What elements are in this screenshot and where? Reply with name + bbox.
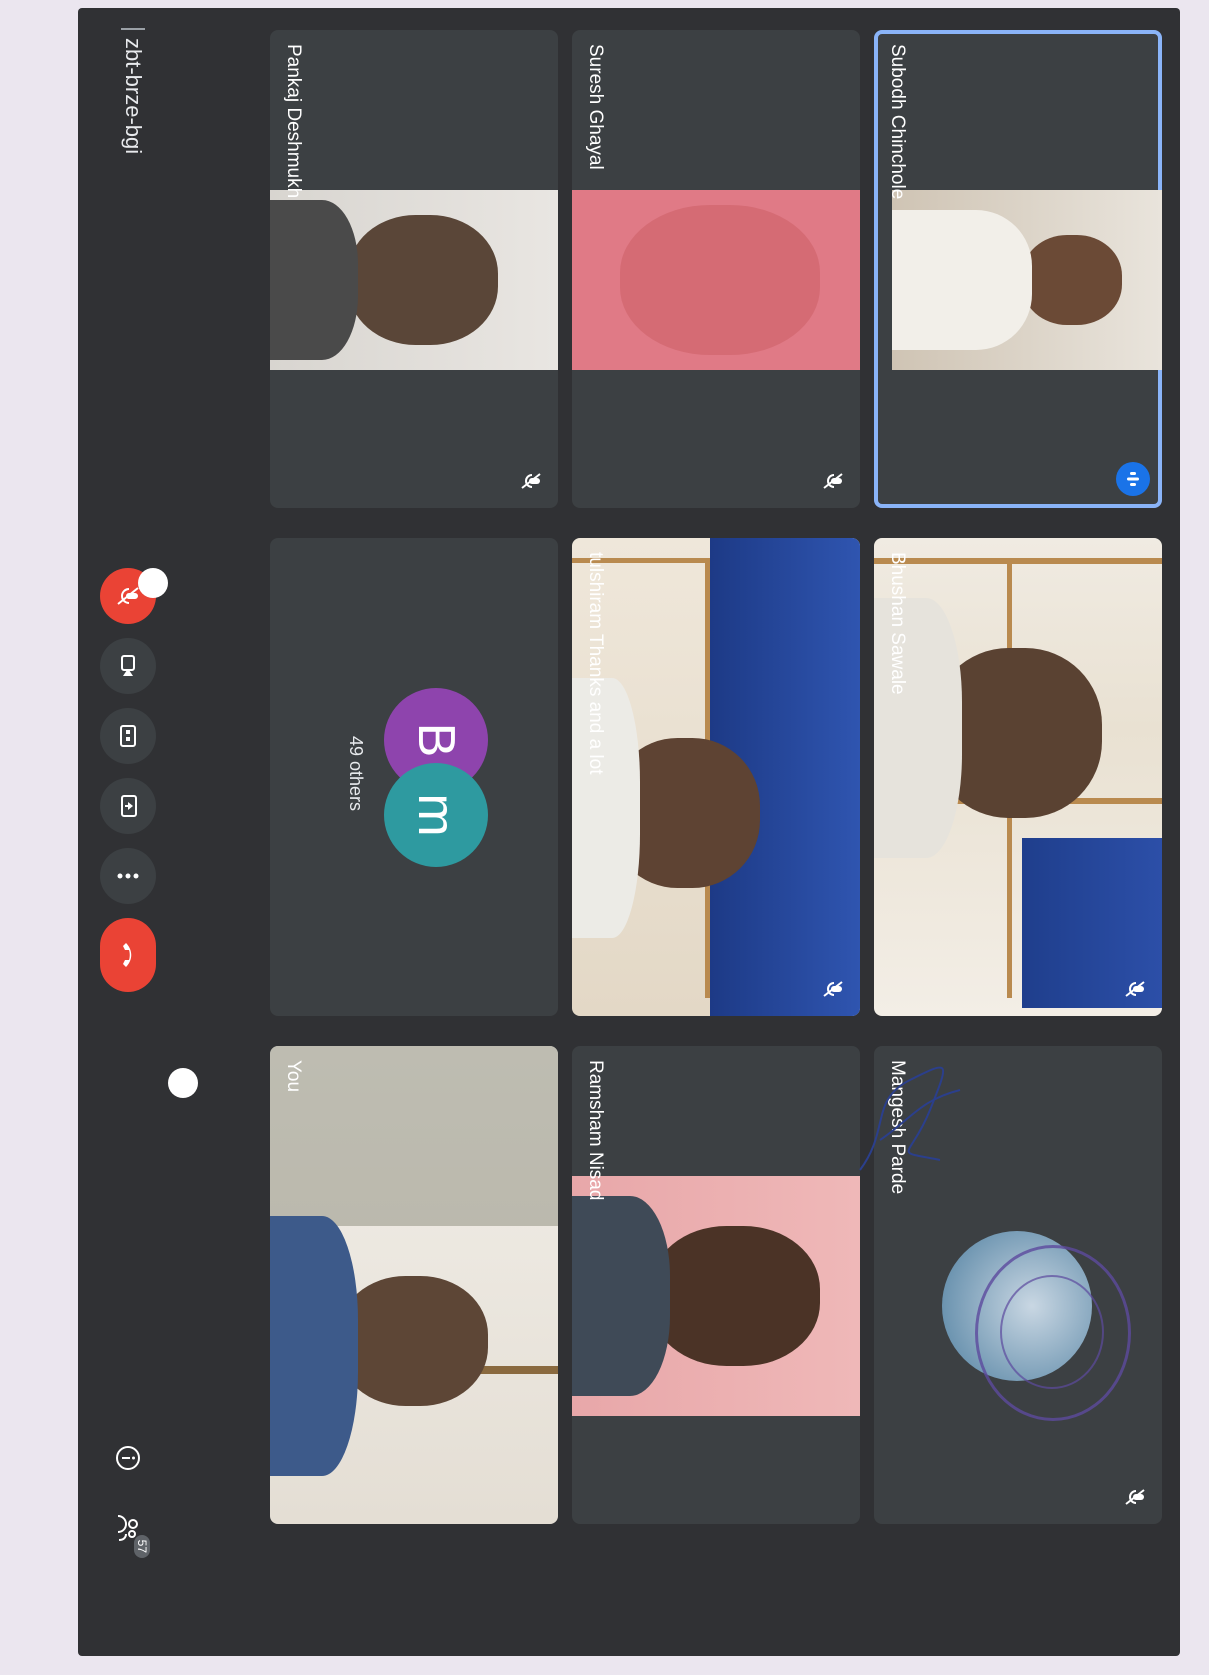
mic-off-icon [1120, 974, 1150, 1004]
participant-name: Bhushan Sawale [887, 552, 908, 695]
tile-bhushan[interactable]: Bhushan Sawale [874, 538, 1162, 1016]
tile-ramsham[interactable]: Ramsham Nisad [572, 1046, 860, 1524]
control-bar: zbt-brze-bgi 57 [78, 8, 178, 1656]
video-feed [270, 190, 558, 370]
participant-count-badge: 57 [134, 1534, 150, 1558]
tile-tulshiram[interactable]: tulshiram Thanks and a lot [572, 538, 860, 1016]
mic-off-icon [1120, 1482, 1150, 1512]
captions-button[interactable] [100, 708, 156, 764]
video-feed [572, 190, 860, 370]
present-icon [121, 795, 137, 817]
captions-icon [120, 725, 136, 747]
meeting-details-button[interactable] [108, 1438, 148, 1478]
camera-toggle-button[interactable] [100, 638, 156, 694]
touch-indicator [138, 568, 168, 598]
tile-suresh[interactable]: Suresh Ghayal [572, 30, 860, 508]
tile-subodh[interactable]: Subodh Chinchole [874, 30, 1162, 508]
touch-indicator [168, 1068, 198, 1098]
video-feed [892, 190, 1162, 370]
participant-name: Pankaj Deshmukh [283, 44, 304, 199]
participant-name: tulshiram Thanks and a lot [585, 552, 606, 775]
office-seal-inner-ring [1000, 1275, 1104, 1389]
mic-off-icon [117, 587, 139, 605]
hangup-icon [123, 943, 132, 967]
tile-you[interactable]: You [270, 1046, 558, 1524]
mic-off-icon [818, 466, 848, 496]
tile-others[interactable]: B m 49 others [270, 538, 558, 1016]
meeting-code: zbt-brze-bgi [120, 28, 146, 154]
leave-call-button[interactable] [100, 918, 156, 992]
camera-icon [121, 655, 135, 676]
others-count: 49 others [346, 736, 366, 812]
participant-name: Suresh Ghayal [585, 44, 606, 170]
signature [859, 1066, 961, 1171]
avatar: m [384, 763, 488, 867]
mic-off-icon [818, 974, 848, 1004]
speaking-icon [1116, 462, 1150, 496]
video-feed [874, 538, 1162, 1016]
more-icon [117, 873, 139, 879]
tile-pankaj[interactable]: Pankaj Deshmukh [270, 30, 558, 508]
video-feed [572, 1176, 860, 1416]
video-feed [572, 538, 860, 1016]
participant-name: Subodh Chinchole [887, 44, 908, 200]
more-options-button[interactable] [100, 848, 156, 904]
meeting-code-text: zbt-brze-bgi [121, 38, 146, 155]
mic-off-icon [516, 466, 546, 496]
info-icon [116, 1446, 140, 1470]
present-button[interactable] [100, 778, 156, 834]
video-feed [270, 1046, 558, 1524]
participant-name: You [283, 1060, 304, 1093]
people-button[interactable]: 57 [108, 1508, 150, 1558]
participant-name: Ramsham Nisad [585, 1060, 606, 1201]
